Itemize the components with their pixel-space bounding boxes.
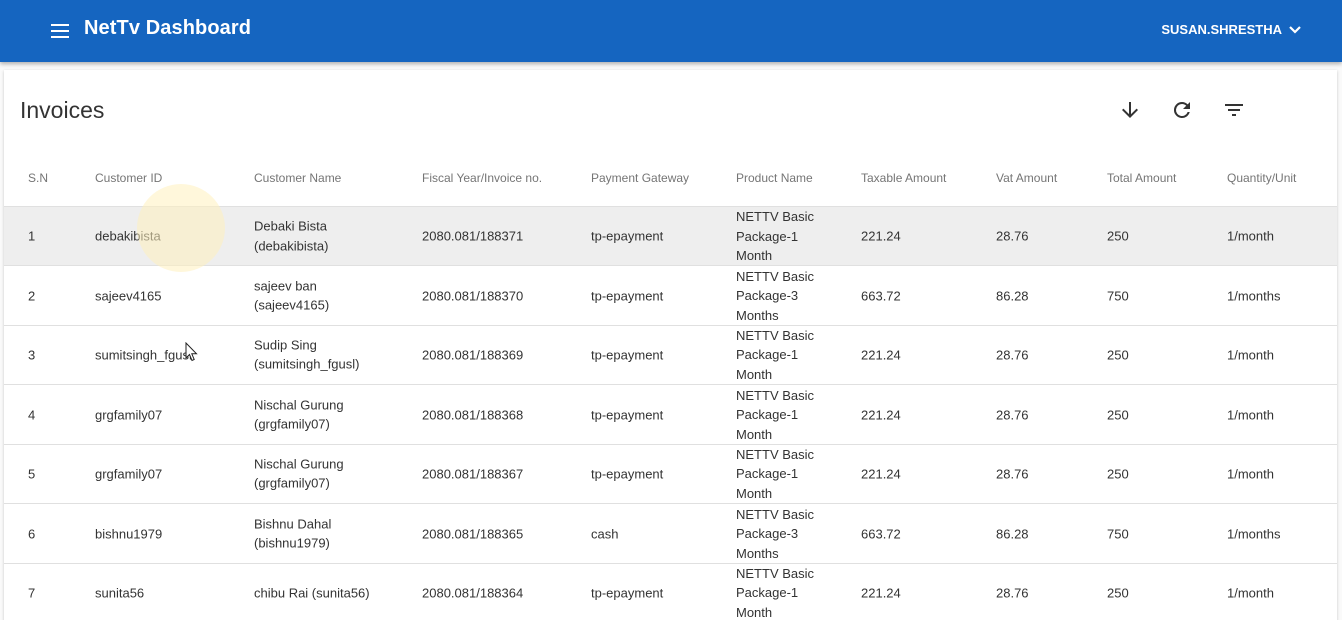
row-customer-name: Debaki Bista (debakibista) [254,218,329,254]
column-header-taxable-amount[interactable]: Taxable Amount [861,171,946,185]
invoices-card: Invoices S.N Customer ID Customer Name F… [4,70,1337,620]
page-title: Invoices [20,97,105,123]
row-payment-gateway: tp-epayment [591,228,664,244]
row-customer-id: sunita56 [95,584,145,600]
row-vat-amount: 28.76 [996,228,1029,244]
menu-icon[interactable] [48,19,72,43]
filter-icon[interactable] [1222,98,1246,122]
row-vat-amount: 28.76 [996,406,1029,422]
mouse-cursor-icon [185,342,198,362]
row-invoice-no: 2080.081/188371 [422,228,524,244]
row-customer-id: debakibista [95,228,161,244]
row-taxable-amount: 663.72 [861,525,901,541]
column-header-invoice[interactable]: Fiscal Year/Invoice no. [422,171,542,185]
row-quantity-unit: 1/months [1227,525,1281,541]
table-row[interactable]: 5 grgfamily07 Nischal Gurung (grgfamily07… [4,444,1337,504]
row-vat-amount: 86.28 [996,287,1029,303]
row-sn: 1 [28,228,36,244]
column-header-vat-amount[interactable]: Vat Amount [996,171,1057,185]
row-total-amount: 250 [1107,465,1129,481]
row-customer-name: Sudip Sing (sumitsingh_fgusl) [254,337,360,372]
row-invoice-no: 2080.081/188364 [422,584,524,600]
row-invoice-no: 2080.081/188370 [422,287,524,303]
row-product-name: NETTV Basic Package-3 Months [736,268,815,323]
table-row[interactable]: 4 grgfamily07 Nischal Gurung (grgfamily07… [4,385,1337,445]
row-payment-gateway: tp-epayment [591,465,664,481]
download-icon[interactable] [1118,98,1142,122]
row-quantity-unit: 1/month [1227,228,1274,244]
row-product-name: NETTV Basic Package-1 Month [736,565,815,620]
table-row[interactable]: 6 bishnu1979 Bishnu Dahal (bishnu1979) 20… [4,504,1337,564]
table-row[interactable]: 7 sunita56 chibu Rai (sunita56) 2080.081… [4,563,1337,620]
row-customer-id: sumitsingh_fgusl [95,346,192,362]
row-invoice-no: 2080.081/188365 [422,525,524,541]
row-total-amount: 250 [1107,584,1129,600]
row-customer-name: sajeev ban (sajeev4165) [254,278,330,313]
row-payment-gateway: tp-epayment [591,346,664,362]
row-taxable-amount: 663.72 [861,287,901,303]
row-quantity-unit: 1/month [1227,346,1274,362]
row-customer-id: grgfamily07 [95,465,163,481]
row-customer-id: sajeev4165 [95,287,162,303]
column-header-quantity-unit[interactable]: Quantity/Unit [1227,171,1296,185]
user-name: SUSAN.SHRESTHA [1161,22,1282,37]
row-total-amount: 250 [1107,406,1129,422]
row-product-name: NETTV Basic Package-1 Month [736,327,815,382]
table-row[interactable]: 1 debakibista Debaki Bista (debakibista) … [4,206,1337,266]
column-header-total-amount[interactable]: Total Amount [1107,171,1176,185]
user-menu[interactable]: SUSAN.SHRESTHA [1161,22,1302,37]
row-vat-amount: 86.28 [996,525,1029,541]
row-customer-name: Nischal Gurung (grgfamily07) [254,456,344,491]
row-invoice-no: 2080.081/188368 [422,406,524,422]
row-quantity-unit: 1/month [1227,584,1274,600]
row-invoice-no: 2080.081/188369 [422,346,524,362]
row-product-name: NETTV Basic Package-3 Months [736,506,815,561]
row-quantity-unit: 1/month [1227,406,1274,422]
row-vat-amount: 28.76 [996,584,1029,600]
row-payment-gateway: cash [591,525,619,541]
app-bar: NetTv Dashboard SUSAN.SHRESTHA [0,0,1342,62]
row-customer-id: grgfamily07 [95,406,163,422]
table-row[interactable]: 3 sumitsingh_fgusl Sudip Sing (sumitsingh… [4,325,1337,385]
row-sn: 3 [28,346,36,362]
row-sn: 5 [28,465,36,481]
row-payment-gateway: tp-epayment [591,584,664,600]
row-total-amount: 250 [1107,346,1129,362]
row-sn: 7 [28,584,36,600]
column-header-payment-gateway[interactable]: Payment Gateway [591,171,689,185]
row-taxable-amount: 221.24 [861,406,901,422]
column-header-sn[interactable]: S.N [28,171,48,185]
row-total-amount: 250 [1107,228,1129,244]
row-invoice-no: 2080.081/188367 [422,465,524,481]
app-title: NetTv Dashboard [84,17,252,39]
row-taxable-amount: 221.24 [861,228,901,244]
row-product-name: NETTV Basic Package-1 Month [736,446,815,501]
row-taxable-amount: 221.24 [861,465,901,481]
refresh-icon[interactable] [1170,98,1194,122]
row-customer-name: Bishnu Dahal (bishnu1979) [254,516,332,551]
row-product-name: NETTV Basic Package-1 Month [736,208,815,263]
row-sn: 4 [28,406,36,422]
row-vat-amount: 28.76 [996,465,1029,481]
row-taxable-amount: 221.24 [861,346,901,362]
column-header-product-name[interactable]: Product Name [736,171,813,185]
row-taxable-amount: 221.24 [861,584,901,600]
row-quantity-unit: 1/month [1227,465,1274,481]
column-header-customer-id[interactable]: Customer ID [95,171,162,185]
column-header-customer-name[interactable]: Customer Name [254,171,341,185]
chevron-down-icon [1289,25,1301,34]
row-customer-name: Nischal Gurung (grgfamily07) [254,397,344,432]
row-quantity-unit: 1/months [1227,287,1281,303]
row-total-amount: 750 [1107,525,1129,541]
row-customer-name: chibu Rai (sunita56) [254,584,370,600]
row-payment-gateway: tp-epayment [591,287,664,303]
row-vat-amount: 28.76 [996,346,1029,362]
row-customer-id: bishnu1979 [95,525,163,541]
table-row[interactable]: 2 sajeev4165 sajeev ban (sajeev4165) 2080… [4,266,1337,326]
row-sn: 6 [28,525,36,541]
row-total-amount: 750 [1107,287,1129,303]
row-payment-gateway: tp-epayment [591,406,664,422]
row-product-name: NETTV Basic Package-1 Month [736,387,815,442]
row-sn: 2 [28,287,36,303]
